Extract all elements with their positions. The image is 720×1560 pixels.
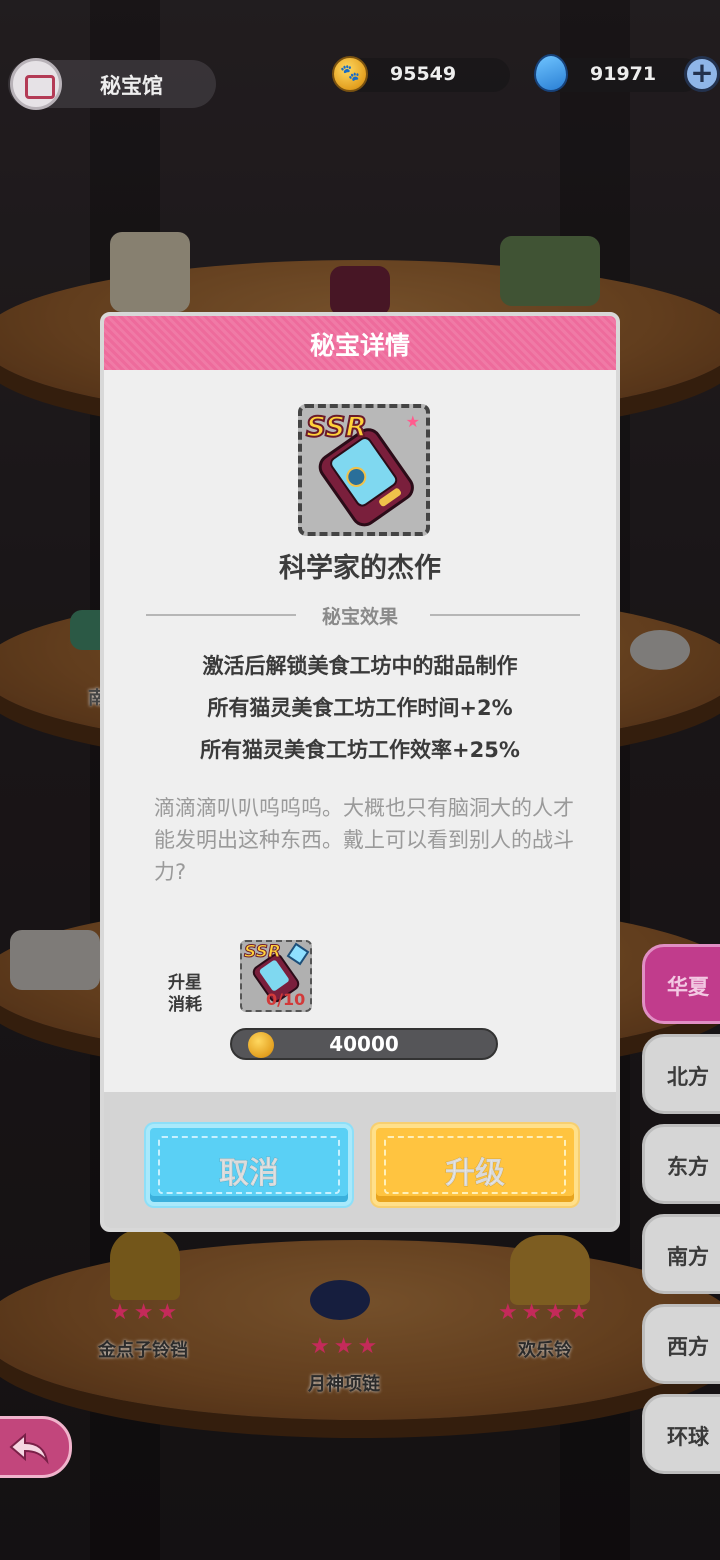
star-rating: ★★★ [110, 1300, 182, 1325]
coin-value: 95549 [390, 63, 457, 85]
coin-icon [332, 56, 368, 92]
tab-label: 东方 [667, 1155, 709, 1179]
upgrade-button-label: 升级 [445, 1156, 506, 1192]
back-button[interactable] [0, 1416, 72, 1478]
tab-region-huaxia[interactable]: 华夏 [642, 944, 720, 1024]
tab-region-south[interactable]: 南方 [642, 1214, 720, 1294]
cancel-button[interactable]: 取消 [146, 1124, 352, 1206]
treasure-name: 科学家的杰作 [279, 553, 441, 584]
dialog-title: 秘宝详情 [309, 331, 410, 360]
star-rating: ★★★ [310, 1334, 382, 1359]
treasure-description: 滴滴滴叭叭呜呜呜。大概也只有脑洞大的人才能发明出这种东西。戴上可以看到别人的战斗… [154, 796, 574, 884]
upgrade-cost-bar: 40000 [230, 1028, 498, 1060]
tab-label: 北方 [667, 1065, 709, 1089]
upgrade-button[interactable]: 升级 [372, 1124, 578, 1206]
tab-label: 华夏 [667, 975, 709, 999]
cancel-button-label: 取消 [219, 1156, 280, 1192]
tab-label: 西方 [667, 1335, 709, 1359]
dialog-button-area: 取消 升级 [104, 1092, 616, 1228]
tab-label: 南方 [667, 1245, 709, 1269]
tab-region-north[interactable]: 北方 [642, 1034, 720, 1114]
effect-line: 激活后解锁美食工坊中的甜品制作 [202, 654, 518, 678]
treasure-detail-dialog: 秘宝详情 SSR ★ 科学家的杰作 秘宝效果 激活后解锁美食工坊中的甜品制作 所… [100, 312, 620, 1232]
shard-item[interactable]: SSR 0/10 [240, 940, 312, 1012]
star-rating: ★★★★ [498, 1300, 593, 1325]
shelf-item-label[interactable]: 金点子铃铛 [98, 1336, 188, 1362]
treasure-item-frame: SSR ★ [298, 404, 430, 536]
shard-count: 0/10 [266, 990, 306, 1009]
effect-line: 所有猫灵美食工坊工作时间+2% [207, 696, 513, 720]
effect-line: 所有猫灵美食工坊工作效率+25% [200, 738, 520, 762]
tab-label: 环球 [667, 1425, 709, 1449]
star-icon: ★ [405, 412, 420, 431]
coin-counter: 95549 [344, 58, 510, 92]
page-title: 秘宝馆 [100, 74, 163, 98]
shelf-item-label[interactable]: 欢乐铃 [518, 1336, 572, 1362]
upgrade-cost-value: 40000 [329, 1032, 399, 1056]
dialog-header: 秘宝详情 [104, 316, 616, 370]
page-title-bar: 秘宝馆 [8, 58, 216, 110]
upgrade-cost-label: 升星 消耗 [168, 972, 202, 1016]
shelf-item-label[interactable]: 月神项链 [308, 1370, 380, 1396]
back-arrow-icon [9, 1432, 49, 1465]
tab-region-global[interactable]: 环球 [642, 1394, 720, 1474]
museum-icon [10, 58, 62, 110]
tab-region-east[interactable]: 东方 [642, 1124, 720, 1204]
rarity-badge: SSR [305, 409, 368, 444]
tab-region-west[interactable]: 西方 [642, 1304, 720, 1384]
shard-rarity-badge: SSR [244, 942, 282, 963]
gem-icon [534, 54, 568, 92]
add-gems-button[interactable]: + [684, 56, 720, 92]
effects-section-label: 秘宝效果 [321, 606, 398, 628]
gem-value: 91971 [590, 63, 657, 85]
upgrade-label-line: 升星 [168, 973, 202, 993]
upgrade-label-line: 消耗 [168, 995, 202, 1015]
